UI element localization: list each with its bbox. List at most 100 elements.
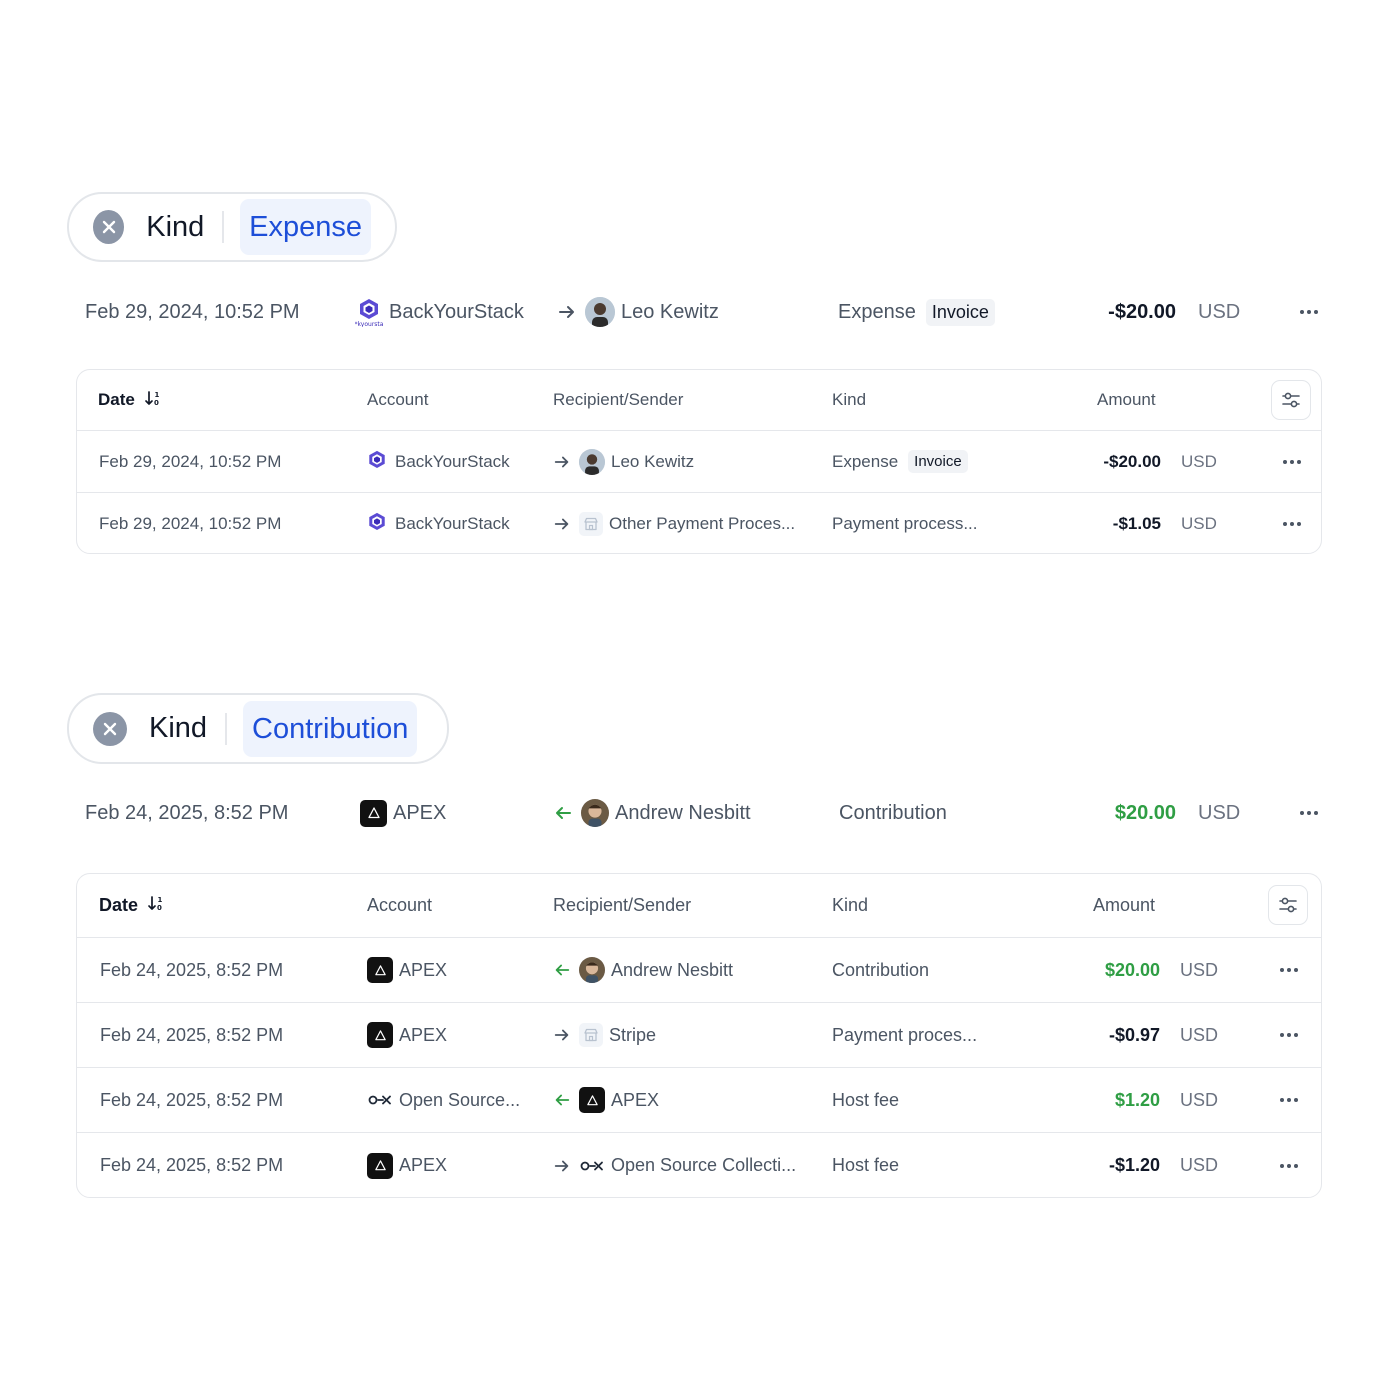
row-date: Feb 24, 2025, 8:52 PM: [100, 1155, 284, 1175]
column-header-kind[interactable]: Kind: [832, 370, 866, 430]
arrow-left-icon: [553, 1091, 571, 1109]
row-amount: -$1.20: [1108, 1155, 1160, 1175]
avatar: [579, 957, 605, 983]
row-counterparty[interactable]: APEX: [553, 1068, 659, 1132]
column-header-kind[interactable]: Kind: [832, 874, 868, 937]
close-circle-icon[interactable]: [93, 711, 127, 746]
transactions-table: Date 10 Account Recipient/Sender Kind Am…: [76, 369, 1322, 554]
more-actions-button[interactable]: [1280, 1003, 1298, 1067]
table-row[interactable]: Feb 24, 2025, 8:52 PM APEX Open Source C…: [77, 1133, 1321, 1197]
backyourstack-logo-icon: *kyoursta: [355, 297, 383, 327]
column-header-account[interactable]: Account: [367, 370, 428, 430]
row-counterparty[interactable]: Open Source Collecti...: [553, 1133, 796, 1197]
more-actions-button[interactable]: [1280, 1068, 1298, 1132]
ellipsis-icon: [1300, 310, 1304, 314]
counterparty-cell[interactable]: Leo Kewitz: [557, 292, 719, 332]
row-date: Feb 24, 2025, 8:52 PM: [100, 1089, 284, 1110]
column-header-account[interactable]: Account: [367, 874, 432, 937]
sort-descending-icon[interactable]: 10: [144, 389, 162, 412]
column-header-date[interactable]: Date 10: [98, 370, 162, 430]
row-currency: USD: [1181, 451, 1217, 471]
row-date: Feb 29, 2024, 10:52 PM: [99, 451, 282, 471]
row-account[interactable]: APEX: [367, 938, 447, 1002]
table-row[interactable]: Feb 24, 2025, 8:52 PM APEX Andrew Nesbit…: [77, 938, 1321, 1003]
row-counterparty[interactable]: Leo Kewitz: [553, 431, 694, 492]
close-circle-icon[interactable]: [93, 210, 125, 244]
row-counterparty[interactable]: Stripe: [553, 1003, 656, 1067]
counterparty-name: Andrew Nesbitt: [615, 801, 751, 824]
table-row[interactable]: Feb 24, 2025, 8:52 PM Open Source... APE…: [77, 1068, 1321, 1133]
kind-filter-chip[interactable]: Kind Expense: [67, 192, 397, 262]
row-currency: USD: [1180, 1089, 1219, 1110]
row-currency: USD: [1180, 1024, 1219, 1045]
store-icon: [579, 1023, 603, 1047]
more-actions-button[interactable]: [1283, 493, 1301, 553]
row-counterparty[interactable]: Other Payment Proces...: [553, 493, 795, 553]
table-row[interactable]: Feb 29, 2024, 10:52 PM BackYourStack: [77, 493, 1321, 553]
arrow-right-icon: [553, 453, 571, 471]
ellipsis-icon: [1280, 1033, 1284, 1037]
ellipsis-icon: [1280, 968, 1284, 972]
backyourstack-logo-icon: [365, 449, 389, 475]
filter-value[interactable]: Expense: [240, 199, 371, 255]
table-row[interactable]: Feb 24, 2025, 8:52 PM APEX Stripe Paymen…: [77, 1003, 1321, 1068]
table-row[interactable]: Feb 29, 2024, 10:52 PM BackYourStack: [77, 431, 1321, 493]
row-currency: USD: [1181, 514, 1217, 533]
filter-divider: [222, 211, 225, 243]
column-header-recipient[interactable]: Recipient/Sender: [553, 370, 683, 430]
highlighted-transaction[interactable]: Feb 29, 2024, 10:52 PM *kyoursta BackYou…: [0, 292, 1400, 332]
row-account[interactable]: APEX: [367, 1133, 447, 1197]
kind-cell: Expense Invoice: [838, 292, 995, 332]
row-kind: Expense Invoice: [832, 431, 968, 492]
kind-filter-chip[interactable]: Kind Contribution: [67, 693, 449, 764]
arrow-right-icon: [557, 302, 577, 322]
kind-badge: Invoice: [925, 298, 995, 326]
amount-value: $20.00: [1114, 801, 1176, 824]
column-header-amount[interactable]: Amount: [1093, 874, 1155, 937]
row-account[interactable]: BackYourStack: [365, 431, 510, 492]
avatar: [579, 448, 605, 475]
table-header: Date 10 Account Recipient/Sender Kind Am…: [77, 874, 1321, 938]
currency: USD: [1198, 801, 1241, 824]
transactions-table: Date 10 Account Recipient/Sender Kind Am…: [76, 873, 1322, 1198]
table-settings-button[interactable]: [1271, 380, 1311, 420]
row-account[interactable]: Open Source...: [367, 1068, 520, 1132]
row-kind: Payment proces...: [832, 1024, 978, 1045]
backyourstack-logo-icon: [365, 511, 389, 537]
ellipsis-icon: [1283, 522, 1287, 526]
row-currency: USD: [1180, 959, 1219, 980]
svg-text:0: 0: [157, 904, 162, 912]
kind-label: Expense: [838, 300, 916, 323]
account-name: APEX: [393, 801, 447, 824]
column-header-amount[interactable]: Amount: [1097, 370, 1156, 430]
column-header-recipient[interactable]: Recipient/Sender: [553, 874, 691, 937]
row-date: Feb 24, 2025, 8:52 PM: [100, 959, 284, 980]
filter-divider: [225, 712, 228, 745]
account-cell[interactable]: *kyoursta BackYourStack: [355, 292, 524, 332]
filter-key: Kind: [149, 712, 208, 744]
more-actions-button[interactable]: [1283, 431, 1301, 492]
row-account[interactable]: BackYourStack: [365, 493, 510, 553]
more-actions-button[interactable]: [1280, 938, 1298, 1002]
highlighted-transaction[interactable]: Feb 24, 2025, 8:52 PM APEX Andrew Nesbit…: [0, 793, 1400, 833]
avatar: [581, 799, 609, 827]
more-actions-button[interactable]: [1300, 793, 1318, 833]
more-actions-button[interactable]: [1300, 292, 1318, 332]
table-settings-button[interactable]: [1268, 885, 1308, 925]
row-date: Feb 29, 2024, 10:52 PM: [99, 514, 282, 533]
row-date: Feb 24, 2025, 8:52 PM: [100, 1024, 284, 1045]
column-header-date[interactable]: Date 10: [99, 874, 165, 937]
filter-value[interactable]: Contribution: [243, 700, 418, 757]
svg-text:1: 1: [154, 391, 159, 399]
row-account[interactable]: APEX: [367, 1003, 447, 1067]
apex-logo-icon: [367, 1152, 393, 1179]
row-counterparty[interactable]: Andrew Nesbitt: [553, 938, 733, 1002]
more-actions-button[interactable]: [1280, 1133, 1298, 1197]
account-cell[interactable]: APEX: [360, 793, 446, 833]
row-kind: Contribution: [832, 959, 930, 980]
sort-descending-icon[interactable]: 10: [147, 894, 165, 917]
svg-text:0: 0: [154, 399, 159, 407]
filter-key: Kind: [146, 210, 205, 243]
counterparty-cell[interactable]: Andrew Nesbitt: [553, 793, 751, 833]
arrow-right-icon: [553, 515, 571, 533]
